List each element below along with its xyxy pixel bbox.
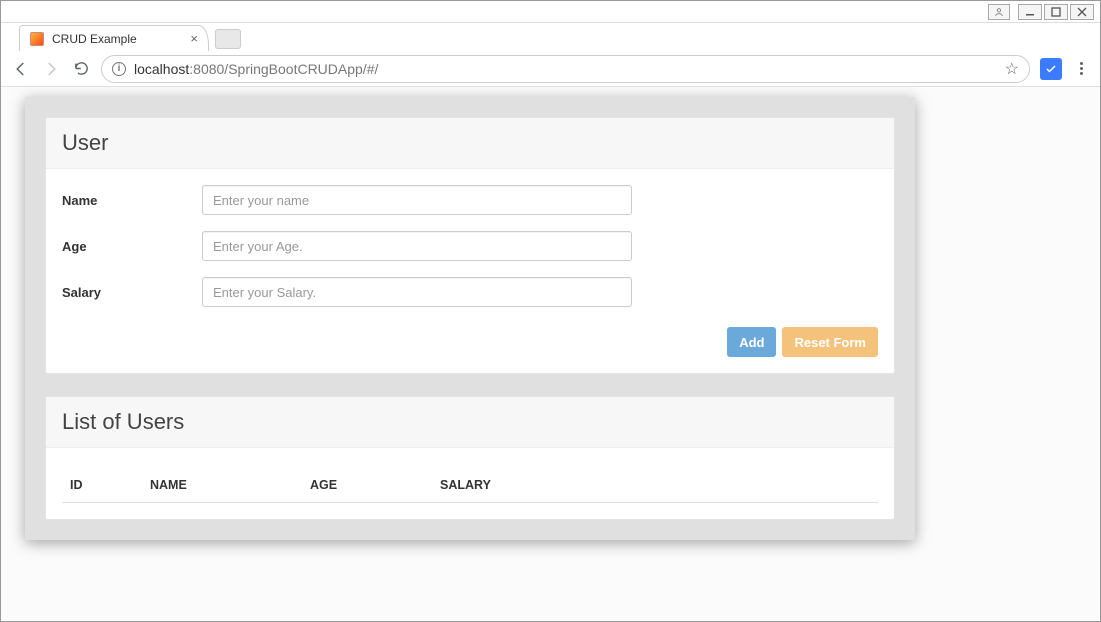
user-list-panel: List of Users ID NAME AGE SALARY bbox=[45, 396, 895, 520]
favicon-icon bbox=[30, 32, 44, 46]
form-actions: Add Reset Form bbox=[62, 323, 878, 357]
site-info-icon[interactable]: i bbox=[112, 62, 126, 76]
col-id: ID bbox=[62, 468, 142, 503]
maximize-icon bbox=[1051, 7, 1061, 17]
age-input[interactable] bbox=[202, 231, 632, 261]
url-path: :8080/SpringBootCRUDApp/#/ bbox=[189, 61, 378, 77]
reload-button[interactable] bbox=[71, 59, 91, 79]
browser-tab-active[interactable]: CRUD Example × bbox=[19, 25, 209, 51]
col-salary: SALARY bbox=[432, 468, 878, 503]
tab-close-button[interactable]: × bbox=[190, 31, 198, 46]
user-form-title: User bbox=[62, 130, 878, 156]
salary-input[interactable] bbox=[202, 277, 632, 307]
user-form-panel: User Name Age Salary Add Reset Form bbox=[45, 117, 895, 374]
window-user-button[interactable] bbox=[988, 4, 1010, 20]
form-row-salary: Salary bbox=[62, 277, 878, 307]
user-form-heading: User bbox=[46, 118, 894, 169]
browser-menu-button[interactable] bbox=[1072, 62, 1090, 75]
new-tab-button[interactable] bbox=[215, 29, 241, 49]
window-close-button[interactable] bbox=[1070, 4, 1094, 20]
salary-label: Salary bbox=[62, 285, 202, 300]
app-container: User Name Age Salary Add Reset Form bbox=[25, 97, 915, 540]
check-icon bbox=[1045, 63, 1057, 75]
url-host: localhost bbox=[134, 61, 189, 77]
bookmark-button[interactable]: ☆ bbox=[1005, 59, 1019, 79]
url-text: localhost:8080/SpringBootCRUDApp/#/ bbox=[134, 61, 997, 77]
form-row-name: Name bbox=[62, 185, 878, 215]
name-input[interactable] bbox=[202, 185, 632, 215]
extension-button[interactable] bbox=[1040, 58, 1062, 80]
user-list-title: List of Users bbox=[62, 409, 878, 435]
user-list-body: ID NAME AGE SALARY bbox=[46, 448, 894, 519]
close-icon bbox=[1077, 7, 1087, 17]
forward-button bbox=[41, 59, 61, 79]
add-button[interactable]: Add bbox=[727, 327, 776, 357]
tab-strip: CRUD Example × bbox=[1, 23, 1100, 51]
reset-form-button[interactable]: Reset Form bbox=[782, 327, 878, 357]
back-button[interactable] bbox=[11, 59, 31, 79]
arrow-right-icon bbox=[42, 60, 60, 78]
tab-title: CRUD Example bbox=[52, 32, 137, 46]
age-label: Age bbox=[62, 239, 202, 254]
name-label: Name bbox=[62, 193, 202, 208]
user-list-heading: List of Users bbox=[46, 397, 894, 448]
reload-icon bbox=[73, 60, 90, 77]
window-titlebar bbox=[1, 1, 1100, 23]
window-minimize-button[interactable] bbox=[1018, 4, 1042, 20]
col-age: AGE bbox=[302, 468, 432, 503]
minimize-icon bbox=[1025, 7, 1035, 17]
window-maximize-button[interactable] bbox=[1044, 4, 1068, 20]
user-icon bbox=[994, 7, 1004, 17]
address-bar[interactable]: i localhost:8080/SpringBootCRUDApp/#/ ☆ bbox=[101, 55, 1030, 83]
col-name: NAME bbox=[142, 468, 302, 503]
table-header-row: ID NAME AGE SALARY bbox=[62, 468, 878, 503]
form-row-age: Age bbox=[62, 231, 878, 261]
toolbar: i localhost:8080/SpringBootCRUDApp/#/ ☆ bbox=[1, 51, 1100, 87]
users-table: ID NAME AGE SALARY bbox=[62, 468, 878, 503]
arrow-left-icon bbox=[12, 60, 30, 78]
user-form-body: Name Age Salary Add Reset Form bbox=[46, 169, 894, 373]
page-viewport: User Name Age Salary Add Reset Form bbox=[1, 87, 1100, 621]
